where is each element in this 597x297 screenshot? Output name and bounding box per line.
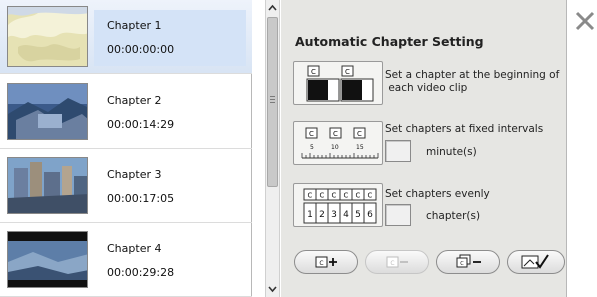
chapter-title: Chapter 4 — [107, 242, 162, 255]
scroll-thumb[interactable] — [267, 17, 278, 187]
svg-text:C: C — [309, 130, 314, 138]
option-intervals-text: Set chapters at fixed intervals — [385, 123, 544, 135]
chapter-title: Chapter 3 — [107, 168, 162, 181]
even-unit-label: chapter(s) — [426, 210, 481, 222]
chapter-time: 00:00:00:00 — [107, 43, 175, 56]
chapter-item-4[interactable]: Chapter 4 00:00:29:28 — [0, 223, 252, 297]
svg-text:C: C — [460, 261, 464, 267]
close-icon — [575, 11, 595, 31]
panel-title: Automatic Chapter Setting — [295, 34, 484, 49]
remove-all-chapters-icon: C — [456, 254, 481, 268]
even-chapters-button[interactable]: CCCCCC 123456 — [293, 183, 383, 227]
svg-text:C: C — [320, 192, 325, 200]
ruler-mark: 15 — [356, 144, 364, 151]
chapter-thumbnail — [7, 231, 88, 288]
scroll-up-button[interactable] — [266, 1, 279, 15]
apply-button[interactable] — [507, 250, 565, 274]
even-number: 3 — [331, 210, 337, 220]
scroll-grip — [270, 96, 275, 104]
even-number: 4 — [343, 210, 349, 220]
even-number: 5 — [355, 210, 361, 220]
chapter-thumbnail — [7, 6, 88, 67]
fixed-interval-icon: C C C 5 10 15 — [301, 127, 379, 159]
even-chapters-icon: CCCCCC 123456 — [303, 188, 377, 224]
chapter-time: 00:00:14:29 — [107, 118, 175, 131]
even-number: 2 — [319, 210, 325, 220]
svg-text:C: C — [345, 68, 350, 76]
remove-chapter-icon: C — [386, 256, 408, 268]
chapter-thumbnail — [7, 157, 88, 214]
option-beginning-text-2: each video clip — [385, 82, 468, 94]
chapter-item-2[interactable]: Chapter 2 00:00:14:29 — [0, 75, 252, 149]
svg-text:C: C — [332, 192, 337, 200]
chapter-title: Chapter 2 — [107, 94, 162, 107]
svg-text:C: C — [308, 192, 313, 200]
chevron-down-icon — [268, 286, 277, 293]
chapter-list-scrollbar[interactable] — [265, 0, 280, 297]
svg-text:C: C — [368, 192, 373, 200]
even-number: 6 — [367, 210, 373, 220]
add-chapter-icon: C — [315, 256, 337, 268]
even-number: 1 — [307, 210, 313, 220]
svg-text:C: C — [357, 130, 362, 138]
option-evenly-text: Set chapters evenly — [385, 188, 490, 200]
ruler-mark: 10 — [331, 144, 339, 151]
chapter-per-clip-icon: C C — [306, 65, 374, 102]
chapter-item-1[interactable]: Chapter 1 00:00:00:00 — [0, 0, 252, 74]
interval-minutes-input[interactable] — [385, 140, 411, 162]
fixed-interval-button[interactable]: C C C 5 10 15 — [293, 121, 383, 165]
remove-chapter-button[interactable]: C — [365, 250, 429, 274]
svg-text:C: C — [319, 260, 323, 267]
ruler-mark: 5 — [310, 144, 314, 151]
svg-text:C: C — [333, 130, 338, 138]
svg-text:C: C — [356, 192, 361, 200]
automatic-chapter-panel: Automatic Chapter Setting C C Set a chap… — [281, 0, 567, 297]
chapter-time: 00:00:17:05 — [107, 192, 175, 205]
even-chapters-input[interactable] — [385, 204, 411, 226]
chapter-list: Chapter 1 00:00:00:00 Chapter 2 00:00:14… — [0, 0, 252, 297]
remove-all-chapters-button[interactable]: C — [436, 250, 500, 274]
chapter-thumbnail — [7, 83, 88, 140]
close-button[interactable] — [574, 10, 596, 32]
interval-unit-label: minute(s) — [426, 146, 477, 158]
add-chapter-button[interactable]: C — [294, 250, 358, 274]
chapter-title: Chapter 1 — [107, 19, 162, 32]
chapter-time: 00:00:29:28 — [107, 266, 175, 279]
chevron-up-icon — [268, 4, 277, 11]
option-beginning-text-1: Set a chapter at the beginning of — [385, 69, 560, 81]
apply-check-icon — [521, 254, 549, 269]
svg-text:C: C — [390, 260, 394, 267]
scroll-down-button[interactable] — [266, 282, 279, 296]
svg-text:C: C — [311, 68, 316, 76]
chapter-item-3[interactable]: Chapter 3 00:00:17:05 — [0, 149, 252, 223]
svg-text:C: C — [344, 192, 349, 200]
chapter-per-clip-button[interactable]: C C — [293, 61, 383, 105]
